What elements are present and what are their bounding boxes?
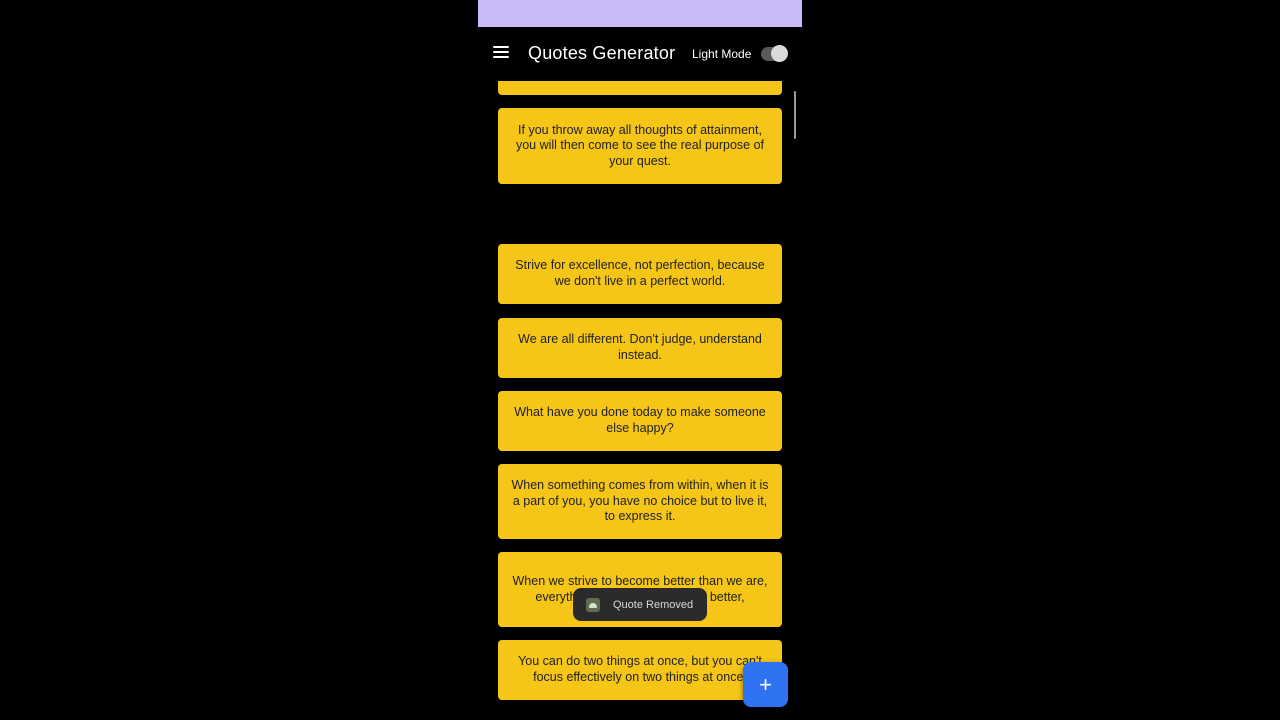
quote-card[interactable]: We are all different. Don't judge, under… [498, 318, 782, 378]
light-mode-label: Light Mode [692, 47, 752, 61]
quote-text: We are all different. Don't judge, under… [518, 332, 762, 362]
menu-icon[interactable] [493, 46, 509, 60]
quote-card[interactable]: If you throw away all thoughts of attain… [498, 108, 782, 184]
toggle-knob [771, 45, 788, 62]
status-bar [478, 0, 802, 27]
plus-icon: + [759, 671, 772, 697]
quote-text: You can do two things at once, but you c… [518, 654, 762, 684]
quote-text: When something comes from within, when i… [511, 478, 769, 524]
toast-message: Quote Removed [573, 588, 707, 621]
quote-card[interactable] [498, 81, 782, 95]
app-title: Quotes Generator [528, 43, 676, 63]
light-mode-toggle[interactable] [761, 45, 788, 62]
quote-text: Strive for excellence, not perfection, b… [515, 258, 765, 288]
app-bar: Quotes Generator Light Mode [478, 27, 802, 81]
toast-text: Quote Removed [613, 598, 694, 611]
app-icon [586, 597, 600, 612]
add-quote-button[interactable]: + [743, 662, 788, 707]
quote-text: If you throw away all thoughts of attain… [515, 122, 765, 168]
phone-screen: Quotes Generator Light Mode If you throw… [478, 0, 802, 720]
quote-card[interactable]: Strive for excellence, not perfection, b… [498, 244, 782, 304]
quote-card[interactable]: What have you done today to make someone… [498, 391, 782, 451]
quote-list[interactable]: If you throw away all thoughts of attain… [478, 81, 802, 720]
quote-text: What have you done today to make someone… [514, 405, 766, 435]
quote-card[interactable]: You can do two things at once, but you c… [498, 640, 782, 700]
quote-card[interactable]: When something comes from within, when i… [498, 464, 782, 539]
scrollbar[interactable] [794, 91, 796, 139]
